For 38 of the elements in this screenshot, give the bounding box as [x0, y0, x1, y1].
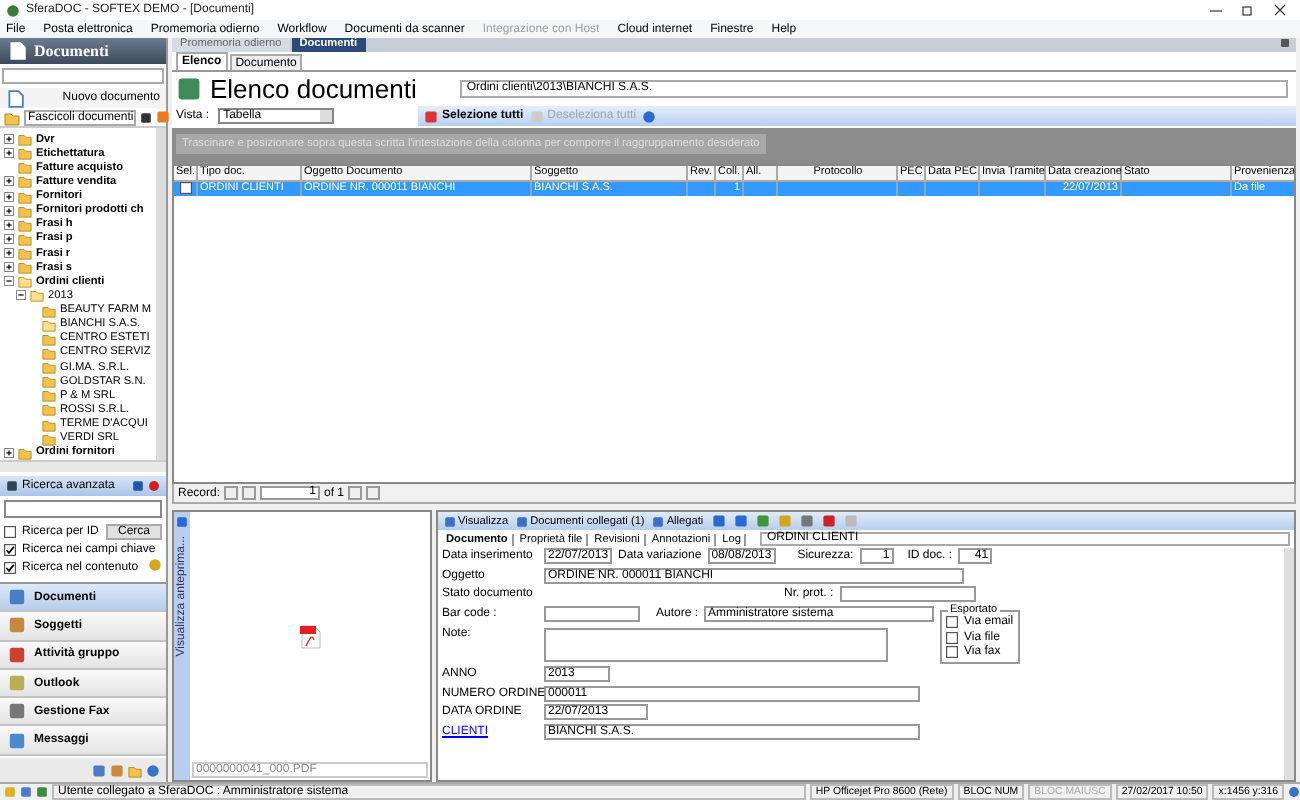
checkbox[interactable] — [4, 525, 16, 537]
expander-icon[interactable] — [4, 447, 14, 458]
expander-icon[interactable] — [4, 219, 14, 230]
expander-icon[interactable] — [4, 248, 14, 259]
expander-icon[interactable] — [4, 176, 14, 187]
checkbox-icon — [424, 109, 438, 123]
expander-icon[interactable] — [4, 134, 14, 145]
expander-icon[interactable] — [4, 148, 14, 159]
checkbox[interactable] — [946, 616, 959, 628]
toolbar-icon — [444, 515, 456, 527]
expander-icon[interactable] — [4, 233, 14, 244]
folder-icon — [128, 763, 142, 777]
checkbox[interactable] — [4, 543, 16, 555]
document-icon — [6, 89, 24, 107]
checkbox[interactable] — [179, 182, 191, 194]
checkbox[interactable] — [946, 646, 959, 658]
toolbar-icon — [516, 515, 529, 527]
expander-icon[interactable] — [4, 205, 14, 216]
document-icon — [8, 42, 26, 60]
list-title: Elenco documenti — [210, 73, 417, 103]
input-field[interactable] — [839, 586, 976, 602]
input-field[interactable] — [544, 605, 640, 621]
minimize-icon[interactable] — [1210, 4, 1222, 16]
scrollbar[interactable] — [0, 460, 166, 472]
toolbar-icon — [652, 515, 665, 527]
notes-field[interactable] — [544, 627, 888, 661]
expander-icon[interactable] — [4, 191, 14, 202]
expander-icon[interactable] — [4, 262, 14, 273]
checkbox[interactable] — [946, 631, 959, 643]
search-field[interactable] — [4, 500, 162, 518]
input-field[interactable] — [2, 68, 164, 84]
folder-icon — [18, 445, 32, 460]
checkbox[interactable] — [4, 561, 16, 573]
restore-icon[interactable] — [1242, 4, 1254, 16]
app-icon — [6, 3, 20, 17]
checkbox-icon — [529, 109, 544, 123]
pdf-icon — [299, 623, 321, 649]
panel-title: Documenti — [34, 42, 109, 60]
